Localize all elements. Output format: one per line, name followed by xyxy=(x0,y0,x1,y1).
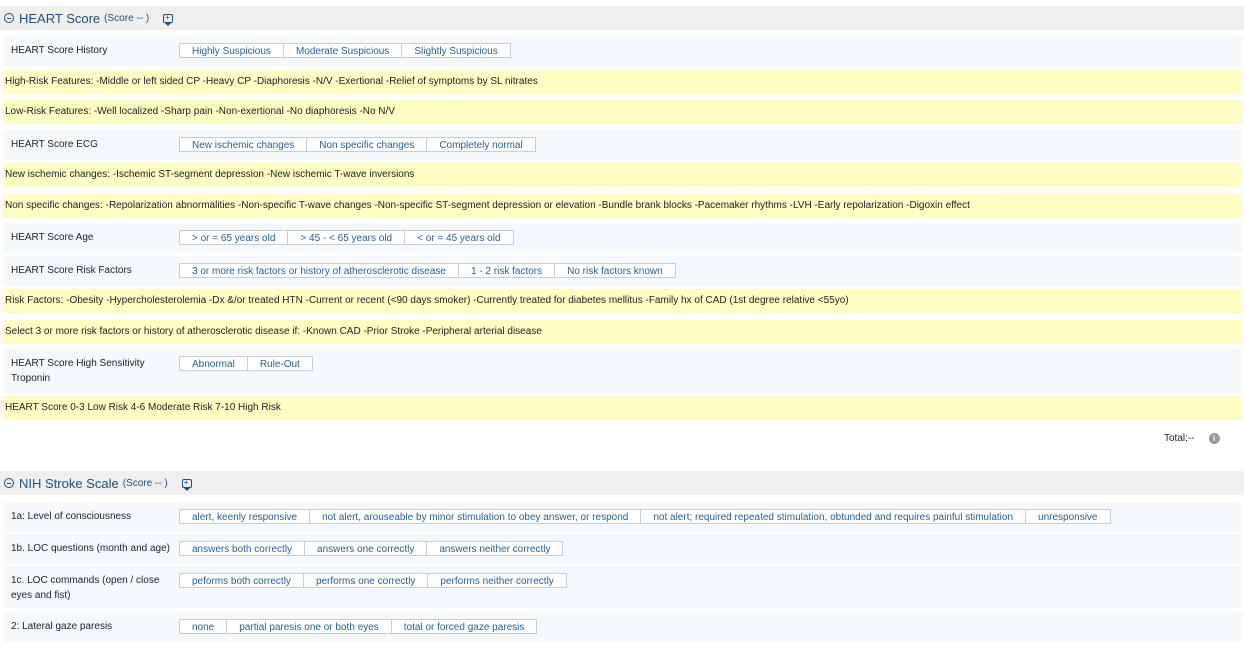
nih-loc-questions-options: answers both correctly answers one corre… xyxy=(179,541,564,556)
heart-troponin-row: HEART Score High Sensitivity Troponin Ab… xyxy=(4,349,1242,393)
heart-history-row: HEART Score History Highly Suspicious Mo… xyxy=(4,36,1242,66)
nih-consciousness-options: alert, keenly responsive not alert, arou… xyxy=(179,509,1111,524)
option-non-specific-changes[interactable]: Non specific changes xyxy=(306,137,428,152)
heart-risk-factors-options: 3 or more risk factors or history of ath… xyxy=(179,263,676,278)
add-comment-icon[interactable] xyxy=(163,13,174,26)
option-total-gaze-paresis[interactable]: total or forced gaze paresis xyxy=(390,619,538,634)
option-1-2-risk-factors[interactable]: 1 - 2 risk factors xyxy=(457,263,556,278)
heart-risk-factors-label: HEART Score Risk Factors xyxy=(11,265,132,276)
option-unresponsive[interactable]: unresponsive xyxy=(1025,509,1111,524)
heart-score-note: HEART Score 0-3 Low Risk 4-6 Moderate Ri… xyxy=(3,396,1242,420)
heart-history-label: HEART Score History xyxy=(11,45,108,56)
option-none[interactable]: none xyxy=(179,619,228,634)
nih-loc-commands-row: 1c. LOC commands (open / close eyes and … xyxy=(4,566,1242,608)
option-age-65-plus[interactable]: > or = 65 years old xyxy=(179,230,289,245)
total-label: Total:-- xyxy=(1164,433,1195,444)
collapse-icon[interactable] xyxy=(4,478,14,488)
heart-ecg-options: New ischemic changes Non specific change… xyxy=(179,137,536,152)
nih-loc-commands-label: 1c. LOC commands (open / close eyes and … xyxy=(11,575,160,601)
select-risk-factors-note: Select 3 or more risk factors or history… xyxy=(3,320,1242,344)
option-abnormal[interactable]: Abnormal xyxy=(179,356,248,371)
ischemic-changes-note: New ischemic changes: -Ischemic ST-segme… xyxy=(3,163,1242,187)
heart-ecg-row: HEART Score ECG New ischemic changes Non… xyxy=(4,130,1242,160)
option-age-45-under[interactable]: < or = 45 years old xyxy=(404,230,514,245)
heart-troponin-label: HEART Score High Sensitivity Troponin xyxy=(11,358,145,384)
heart-age-label: HEART Score Age xyxy=(11,232,94,243)
option-moderate-suspicious[interactable]: Moderate Suspicious xyxy=(282,43,403,58)
option-3-or-more-risk-factors[interactable]: 3 or more risk factors or history of ath… xyxy=(179,263,459,278)
non-specific-changes-note: Non specific changes: -Repolarization ab… xyxy=(3,194,1242,218)
nih-loc-commands-options: peforms both correctly performs one corr… xyxy=(179,573,567,588)
heart-troponin-options: Abnormal Rule-Out xyxy=(179,356,313,371)
nih-stroke-header[interactable]: NIH Stroke Scale (Score -- ) xyxy=(0,471,1244,495)
heart-score-header[interactable]: HEART Score (Score -- ) xyxy=(0,6,1244,30)
risk-factors-note: Risk Factors: -Obesity -Hypercholesterol… xyxy=(3,289,1242,313)
nih-gaze-row: 2: Lateral gaze paresis none partial par… xyxy=(4,612,1242,642)
option-new-ischemic-changes[interactable]: New ischemic changes xyxy=(179,137,308,152)
nih-stroke-score: (Score -- ) xyxy=(122,477,168,489)
option-performs-both[interactable]: peforms both correctly xyxy=(179,573,304,588)
collapse-icon[interactable] xyxy=(4,13,14,23)
nih-stroke-title: NIH Stroke Scale xyxy=(19,475,119,491)
option-performs-neither[interactable]: performs neither correctly xyxy=(427,573,567,588)
nih-consciousness-label: 1a: Level of consciousness xyxy=(11,511,132,522)
option-not-alert-minor[interactable]: not alert, arouseable by minor stimulati… xyxy=(309,509,642,524)
option-not-alert-repeated[interactable]: not alert; required repeated stimulation… xyxy=(640,509,1027,524)
nih-loc-questions-row: 1b. LOC questions (month and age) answer… xyxy=(4,534,1242,564)
nih-gaze-options: none partial paresis one or both eyes to… xyxy=(179,619,538,634)
info-icon[interactable]: i xyxy=(1208,433,1220,444)
nih-loc-questions-label: 1b. LOC questions (month and age) xyxy=(11,543,170,554)
option-completely-normal[interactable]: Completely normal xyxy=(426,137,536,152)
option-highly-suspicious[interactable]: Highly Suspicious xyxy=(179,43,284,58)
option-answers-both[interactable]: answers both correctly xyxy=(179,541,306,556)
low-risk-note: Low-Risk Features: -Well localized -Shar… xyxy=(3,100,1242,124)
heart-risk-factors-row: HEART Score Risk Factors 3 or more risk … xyxy=(4,256,1242,286)
nih-gaze-label: 2: Lateral gaze paresis xyxy=(11,621,113,632)
option-partial-paresis[interactable]: partial paresis one or both eyes xyxy=(226,619,392,634)
heart-history-options: Highly Suspicious Moderate Suspicious Sl… xyxy=(179,43,511,58)
option-rule-out[interactable]: Rule-Out xyxy=(246,356,313,371)
heart-age-row: HEART Score Age > or = 65 years old > 45… xyxy=(4,223,1242,253)
option-performs-one[interactable]: performs one correctly xyxy=(302,573,429,588)
option-slightly-suspicious[interactable]: Slightly Suspicious xyxy=(401,43,511,58)
option-age-45-65[interactable]: > 45 - < 65 years old xyxy=(287,230,406,245)
heart-score-value: (Score -- ) xyxy=(104,12,150,24)
option-answers-one[interactable]: answers one correctly xyxy=(304,541,428,556)
option-no-risk-factors[interactable]: No risk factors known xyxy=(554,263,676,278)
option-answers-neither[interactable]: answers neither correctly xyxy=(426,541,564,556)
nih-consciousness-row: 1a: Level of consciousness alert, keenly… xyxy=(4,502,1242,532)
high-risk-note: High-Risk Features: -Middle or left side… xyxy=(3,70,1242,94)
heart-score-title: HEART Score xyxy=(19,10,101,26)
option-alert[interactable]: alert, keenly responsive xyxy=(179,509,311,524)
add-comment-icon[interactable] xyxy=(181,478,192,491)
heart-total: Total:-- i xyxy=(1164,433,1220,444)
heart-age-options: > or = 65 years old > 45 - < 65 years ol… xyxy=(179,230,514,245)
heart-ecg-label: HEART Score ECG xyxy=(11,139,98,150)
